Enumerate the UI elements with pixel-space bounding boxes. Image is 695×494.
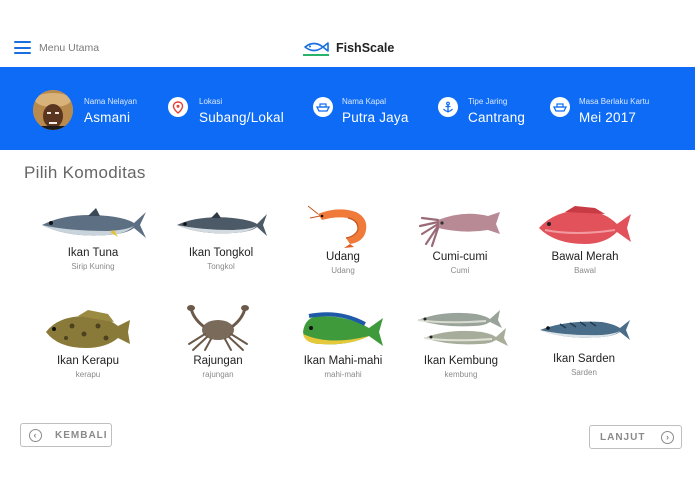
commodity-name: Udang: [326, 251, 360, 263]
commodity-name: Ikan Kerapu: [56, 355, 119, 367]
commodity-sub: rajungan: [202, 370, 234, 379]
ship-name-field: Nama Kapal Putra Jaya: [342, 97, 409, 125]
chevron-left-icon: ‹: [29, 428, 42, 442]
commodity-name: Bawal Merah: [551, 251, 619, 263]
commodity-item-red-snapper[interactable]: Bawal Merah Bawal: [525, 204, 645, 275]
chevron-right-icon: ›: [661, 430, 675, 444]
commodity-sub: Udang: [331, 266, 355, 275]
fisher-photo-icon: [33, 90, 73, 130]
crab-icon: [187, 305, 249, 351]
commodity-name: Ikan Tongkol: [188, 247, 254, 259]
card-ship-icon: [550, 97, 570, 117]
location-value: Subang/Lokal: [199, 110, 284, 125]
commodity-name: Ikan Mahi-mahi: [303, 355, 383, 367]
next-button-label: LANJUT: [600, 431, 646, 443]
mackerel-icon: [417, 310, 508, 346]
net-type-value: Cantrang: [468, 110, 526, 125]
net-type-label: Tipe Jaring: [468, 97, 508, 106]
tuna-icon: [42, 208, 146, 238]
anchor-icon: [438, 97, 458, 117]
fisher-name-field: Nama Nelayan Asmani: [84, 97, 137, 125]
commodity-item-shrimp[interactable]: Udang Udang: [283, 204, 403, 275]
net-type-field: Tipe Jaring Cantrang: [468, 97, 525, 125]
commodity-item-tuna[interactable]: Ikan Tuna Sirip Kuning: [33, 204, 153, 271]
ship-name-value: Putra Jaya: [342, 110, 409, 125]
commodity-item-crab[interactable]: Rajungan rajungan: [158, 304, 278, 379]
main-menu-label: Menu Utama: [39, 41, 100, 54]
commodity-sub: Sarden: [571, 368, 597, 377]
brand: FishScale: [302, 39, 394, 57]
commodity-name: Ikan Kembung: [423, 355, 499, 367]
grouper-icon: [46, 310, 130, 348]
commodity-item-tongkol[interactable]: Ikan Tongkol Tongkol: [161, 204, 281, 271]
commodity-item-grouper[interactable]: Ikan Kerapu kerapu: [28, 308, 148, 379]
commodity-name: Rajungan: [193, 355, 243, 367]
commodity-sub: Tongkol: [207, 262, 235, 271]
sardine-icon: [540, 320, 630, 340]
shrimp-icon: [308, 205, 367, 248]
fisher-name-label: Nama Nelayan: [84, 97, 137, 106]
section-title: Pilih Komoditas: [24, 163, 146, 182]
card-validity-field: Masa Berlaku Kartu Mei 2017: [579, 97, 649, 125]
main-menu-button[interactable]: Menu Utama: [14, 41, 99, 54]
ship-name-label: Nama Kapal: [342, 97, 387, 106]
brand-name: FishScale: [336, 41, 395, 55]
tongkol-icon: [177, 212, 267, 236]
card-validity-label: Masa Berlaku Kartu: [579, 97, 650, 106]
commodity-name: Ikan Tuna: [67, 247, 119, 259]
back-button-label: KEMBALI: [55, 429, 108, 441]
commodity-item-mackerel[interactable]: Ikan Kembung kembung: [401, 306, 521, 379]
squid-icon: [418, 212, 500, 248]
hamburger-icon: [14, 41, 31, 54]
commodity-item-sardine[interactable]: Ikan Sarden Sarden: [524, 310, 644, 377]
ship-icon: [313, 97, 333, 117]
location-pin-icon: [168, 97, 188, 117]
commodity-sub: kerapu: [75, 370, 101, 379]
commodity-sub: mahi-mahi: [324, 370, 362, 379]
commodity-sub: Cumi: [450, 266, 470, 275]
top-bar: Menu Utama FishScale: [0, 0, 695, 67]
commodity-name: Cumi-cumi: [432, 251, 488, 263]
commodity-item-squid[interactable]: Cumi-cumi Cumi: [400, 204, 520, 275]
commodity-item-mahi-mahi[interactable]: Ikan Mahi-mahi mahi-mahi: [283, 308, 403, 379]
red-snapper-icon: [539, 206, 631, 244]
fishscale-logo-icon: [303, 42, 329, 56]
location-field: Lokasi Subang/Lokal: [199, 97, 284, 125]
fisher-info-bar: Nama Nelayan Asmani Lokasi Subang/Lokal …: [0, 67, 695, 150]
location-label: Lokasi: [199, 97, 223, 106]
card-validity-value: Mei 2017: [579, 110, 637, 125]
fisher-name-value: Asmani: [84, 110, 131, 125]
next-button[interactable]: LANJUT ›: [589, 425, 682, 449]
commodity-sub: Bawal: [574, 266, 596, 275]
fisher-avatar: [33, 90, 73, 130]
commodity-sub: Sirip Kuning: [71, 262, 115, 271]
back-button[interactable]: ‹ KEMBALI: [20, 423, 112, 447]
commodity-name: Ikan Sarden: [552, 353, 615, 365]
mahi-mahi-icon: [303, 312, 383, 346]
commodity-sub: kembung: [444, 370, 478, 379]
